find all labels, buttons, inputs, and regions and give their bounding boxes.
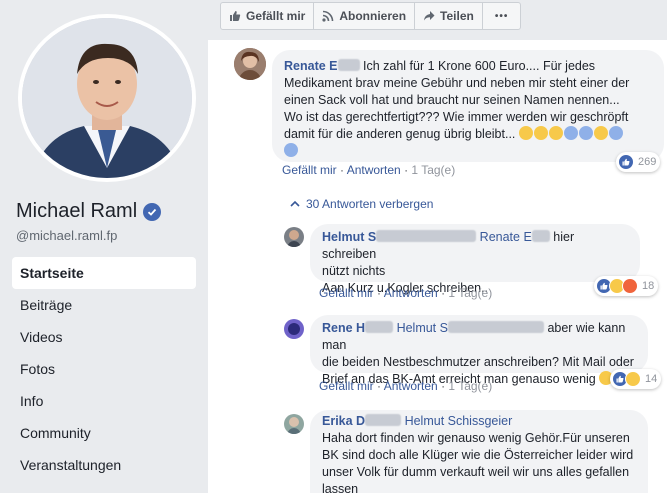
reply-like-link[interactable]: Gefällt mir <box>319 379 374 393</box>
reply-like-link[interactable]: Gefällt mir <box>319 286 374 300</box>
comment-reply-link[interactable]: Antworten <box>347 163 401 177</box>
comment-text-5: damit für die anderen genug übrig bleibt… <box>284 127 516 141</box>
reply-meta: Gefällt mir · Antworten · 1 Tag(e) <box>319 286 493 300</box>
nav-item-fotos[interactable]: Fotos <box>12 353 196 385</box>
share-label: Teilen <box>440 9 474 23</box>
profile-picture-frame <box>18 14 196 182</box>
reply-timestamp[interactable]: 1 Tag(e) <box>448 286 492 300</box>
cold-sweat-emoji-icon <box>578 126 593 140</box>
reply-mention[interactable]: Helmut Schissgeier <box>405 414 513 428</box>
avatar[interactable] <box>284 227 304 247</box>
reply-mention[interactable]: Renate E <box>480 230 532 244</box>
profile-name[interactable]: Michael Raml <box>16 200 137 223</box>
comment-line-6 <box>284 143 652 160</box>
reply-line-3: BK sind doch alle Klüger wie die Österre… <box>322 448 634 462</box>
reply-line-2: die beiden Nestbeschmutzer anschreiben? … <box>322 355 634 369</box>
subscribe-label: Abonnieren <box>339 9 407 23</box>
profile-name-row: Michael Raml <box>16 200 162 223</box>
crying-emoji-icon <box>284 143 298 157</box>
reaction-count: 18 <box>642 280 655 292</box>
angry-reaction-icon <box>622 278 638 294</box>
page-nav: Startseite Beiträge Videos Fotos Info Co… <box>12 257 196 481</box>
reply-line-2: Haha dort finden wir genauso wenig Gehör… <box>322 431 630 445</box>
redacted-text <box>531 230 550 242</box>
reply-reply-link[interactable]: Antworten <box>384 286 438 300</box>
reply-line-4: unser Volk für dumm verkauft weil wir un… <box>322 465 630 479</box>
like-page-label: Gefällt mir <box>246 9 306 23</box>
profile-sidebar: Michael Raml @michael.raml.fp Startseite… <box>0 0 208 493</box>
redacted-text <box>376 230 477 242</box>
share-arrow-icon <box>424 11 435 21</box>
profile-handle[interactable]: @michael.raml.fp <box>16 228 117 243</box>
nav-item-videos[interactable]: Videos <box>12 321 196 353</box>
like-page-button[interactable]: Gefällt mir <box>221 3 315 29</box>
like-reaction-icon <box>618 154 634 170</box>
comment-meta: Gefällt mir · Antworten · 1 Tag(e) <box>282 163 456 177</box>
hide-replies-label: 30 Antworten verbergen <box>306 197 434 211</box>
haha-reaction-icon <box>625 371 641 387</box>
facebook-page: Michael Raml @michael.raml.fp Startseite… <box>0 0 667 493</box>
comment-text: Ich zahl für 1 Krone 600 Euro.... Für je… <box>362 59 596 73</box>
verified-badge-icon <box>143 202 162 221</box>
nav-item-beitraege[interactable]: Beiträge <box>12 289 196 321</box>
reply-meta: Gefällt mir · Antworten · 1 Tag(e) <box>319 379 493 393</box>
scream-emoji-icon <box>608 126 623 140</box>
comment-like-link[interactable]: Gefällt mir <box>282 163 337 177</box>
nav-item-community[interactable]: Community <box>12 417 196 449</box>
reply-reply-link[interactable]: Antworten <box>384 379 438 393</box>
reply-line-1: Erika D Helmut Schissgeier <box>322 413 636 430</box>
avatar[interactable] <box>234 48 266 80</box>
reaction-summary[interactable]: 18 <box>594 276 659 296</box>
comments-feed: Renate E Ich zahl für 1 Krone 600 Euro..… <box>208 40 667 493</box>
reply-line-1: Helmut S Renate E hier schreiben <box>322 229 628 263</box>
profile-picture[interactable] <box>22 18 192 178</box>
redacted-text <box>365 414 402 426</box>
reply-mention[interactable]: Helmut S <box>397 321 448 335</box>
nav-item-info[interactable]: Info <box>12 385 196 417</box>
reaction-count: 269 <box>638 156 657 168</box>
reply-bubble: Rene H Helmut S aber wie kann man die be… <box>310 315 648 386</box>
comment-line-2: Medikament brav meine Gebühr und neben m… <box>284 76 630 90</box>
reply-author[interactable]: Helmut S <box>322 230 376 244</box>
reaction-count: 14 <box>645 373 658 385</box>
reply-timestamp[interactable]: 1 Tag(e) <box>448 379 492 393</box>
comment-line-4: Wo ist das gerechtfertigt??? Wie immer w… <box>284 110 629 124</box>
comment-line-3: einen Sack voll hat und braucht nur sein… <box>284 93 620 107</box>
reaction-summary[interactable]: 269 <box>616 152 661 172</box>
more-options-button[interactable]: ••• <box>483 3 521 29</box>
reply-author[interactable]: Rene H <box>322 321 365 335</box>
thinking-emoji-icon <box>533 126 548 140</box>
comment-timestamp[interactable]: 1 Tag(e) <box>411 163 455 177</box>
comment-line-1: Renate E Ich zahl für 1 Krone 600 Euro..… <box>284 58 652 75</box>
subscribe-button[interactable]: Abonnieren <box>314 3 416 29</box>
avatar[interactable] <box>284 319 304 339</box>
reply-line-5: lassen <box>322 482 359 493</box>
comment-author[interactable]: Renate E <box>284 59 338 73</box>
unamused-emoji-icon <box>593 126 608 140</box>
nav-item-veranstaltungen[interactable]: Veranstaltungen <box>12 449 196 481</box>
rss-icon <box>322 10 334 22</box>
reply-author[interactable]: Erika D <box>322 414 365 428</box>
hide-replies-toggle[interactable]: 30 Antworten verbergen <box>290 197 433 211</box>
reaction-summary[interactable]: 14 <box>610 369 662 389</box>
share-button[interactable]: Teilen <box>415 3 483 29</box>
redacted-text <box>365 321 394 333</box>
thumbs-up-icon <box>230 11 241 21</box>
reply-line-2: nützt nichts <box>322 264 386 278</box>
avatar[interactable] <box>284 414 304 434</box>
thinking-emoji-icon <box>548 126 563 140</box>
chevron-up-icon <box>290 200 300 207</box>
comment-line-5: damit für die anderen genug übrig bleibt… <box>284 126 652 143</box>
nav-item-startseite[interactable]: Startseite <box>12 257 196 289</box>
comment-bubble: Renate E Ich zahl für 1 Krone 600 Euro..… <box>272 50 664 162</box>
thinking-emoji-icon <box>518 126 533 140</box>
reply-bubble: Helmut S Renate E hier schreiben nützt n… <box>310 224 640 295</box>
page-action-bar: Gefällt mir Abonnieren Teilen ••• <box>220 2 522 30</box>
reply-line-1: Rene H Helmut S aber wie kann man <box>322 320 636 354</box>
cold-sweat-emoji-icon <box>563 126 578 140</box>
redacted-text <box>447 321 544 333</box>
more-dots-icon: ••• <box>494 10 509 22</box>
reply-bubble: Erika D Helmut Schissgeier Haha dort fin… <box>310 410 648 493</box>
redacted-text <box>337 59 360 71</box>
